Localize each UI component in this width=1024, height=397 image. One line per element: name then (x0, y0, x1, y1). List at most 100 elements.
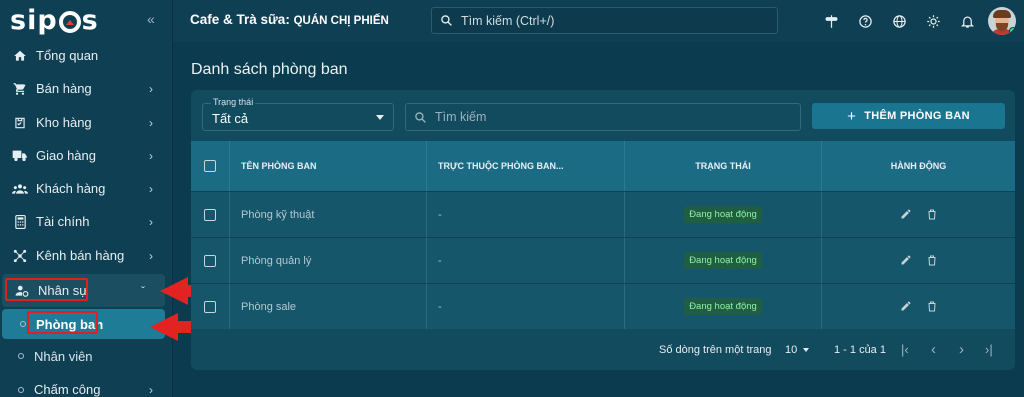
sidebar-item-label: Kênh bán hàng (36, 248, 125, 263)
collapse-sidebar-icon[interactable]: « (147, 11, 155, 27)
edit-icon[interactable] (900, 300, 912, 313)
parent-department: - (427, 192, 625, 237)
column-header-status[interactable]: TRẠNG THÁI (625, 141, 822, 191)
edit-icon[interactable] (900, 208, 912, 221)
calculator-icon (12, 214, 28, 230)
dropdown-arrow-icon (376, 115, 384, 120)
status-badge: Đang hoạt động (684, 206, 762, 223)
sidebar-item-label: Tài chính (36, 214, 90, 229)
home-icon (12, 48, 28, 64)
search-placeholder: Tìm kiếm (435, 110, 487, 124)
cart-icon (12, 81, 28, 97)
bullet-icon (18, 353, 24, 359)
sidebar-item-inventory[interactable]: Kho hàng › (0, 106, 173, 139)
row-checkbox[interactable] (204, 208, 216, 221)
sidebar-subitem-timekeeping[interactable]: Chấm công › (0, 373, 173, 397)
sidebar-item-label: Bán hàng (36, 81, 92, 96)
edit-icon[interactable] (900, 254, 912, 267)
sidebar-item-label: Chấm công (34, 382, 101, 397)
customers-icon (12, 181, 28, 197)
first-page-icon[interactable]: |‹ (901, 342, 909, 357)
table-header: TÊN PHÒNG BAN TRỰC THUỘC PHÒNG BAN... TR… (191, 141, 1015, 191)
last-page-icon[interactable]: ›| (985, 342, 993, 357)
department-name: Phòng kỹ thuật (230, 192, 427, 237)
global-search[interactable]: Tìm kiếm (Ctrl+/) (431, 7, 778, 34)
previous-page-icon[interactable]: ‹ (931, 341, 936, 358)
user-avatar[interactable] (988, 7, 1016, 35)
chevron-right-icon: › (149, 148, 153, 163)
table-row: Phòng sale - Đang hoạt động (191, 283, 1015, 329)
search-placeholder: Tìm kiếm (Ctrl+/) (461, 13, 555, 28)
truck-icon (12, 148, 28, 164)
row-checkbox[interactable] (204, 300, 216, 313)
add-department-label: THÊM PHÒNG BAN (864, 110, 970, 122)
sidebar-item-label: Nhân viên (34, 348, 93, 364)
notification-bell-icon[interactable] (950, 6, 984, 36)
channels-icon (12, 248, 28, 264)
help-icon[interactable] (848, 6, 882, 36)
pagination-range: 1 - 1 của 1 (834, 343, 886, 356)
rows-per-page-value: 10 (785, 343, 798, 356)
pagination: Số dòng trên một trang 10 1 - 1 của 1 |‹… (191, 329, 1015, 370)
delete-icon[interactable] (926, 254, 938, 267)
plus-icon: + (847, 107, 857, 125)
next-page-icon[interactable]: › (959, 341, 964, 358)
status-badge: Đang hoạt động (684, 252, 762, 269)
table-row: Phòng kỹ thuật - Đang hoạt động (191, 191, 1015, 237)
sidebar-subitem-employees[interactable]: Nhân viên (0, 341, 173, 371)
department-name: Phòng quản lý (230, 238, 427, 283)
table-search-input[interactable]: Tìm kiếm (405, 103, 801, 131)
sidebar-item-customers[interactable]: Khách hàng › (0, 172, 173, 205)
table-row: Phòng quản lý - Đang hoạt động (191, 237, 1015, 283)
sidebar-item-sales[interactable]: Bán hàng › (0, 72, 173, 105)
chevron-right-icon: › (149, 181, 153, 196)
rows-per-page-label: Số dòng trên một trang (659, 343, 772, 356)
page-title: Danh sách phòng ban (191, 61, 348, 78)
top-bar: Cafe & Trà sữa: QUÁN CHỊ PHIẾN Tìm kiếm … (173, 0, 1024, 42)
sidebar-item-sales-channels[interactable]: Kênh bán hàng › (0, 239, 173, 272)
status-filter-select[interactable]: Trạng thái Tất cả (202, 97, 394, 131)
chevron-right-icon: › (149, 81, 153, 96)
dropdown-arrow-icon (803, 347, 810, 352)
column-header-name[interactable]: TÊN PHÒNG BAN (230, 141, 427, 191)
row-checkbox[interactable] (204, 254, 216, 267)
sidebar-item-finance[interactable]: Tài chính › (0, 205, 173, 238)
status-filter-value: Tất cả (212, 111, 249, 126)
sidebar-item-overview[interactable]: Tổng quan (0, 39, 173, 72)
rows-per-page-select[interactable]: 10 (785, 343, 810, 356)
department-name: Phòng sale (230, 284, 427, 329)
sidebar-item-label: Tổng quan (36, 48, 99, 63)
chevron-right-icon: › (149, 214, 153, 229)
delete-icon[interactable] (926, 208, 938, 221)
select-all-checkbox[interactable] (204, 160, 216, 172)
store-title: Cafe & Trà sữa: QUÁN CHỊ PHIẾN (190, 12, 389, 27)
inventory-icon (12, 115, 28, 131)
store-name: Cafe & Trà sữa: (190, 12, 290, 27)
sidebar-item-delivery[interactable]: Giao hàng › (0, 139, 173, 172)
language-globe-icon[interactable] (882, 6, 916, 36)
bullet-icon (20, 321, 26, 327)
highlight-box (5, 278, 88, 301)
signpost-icon[interactable] (814, 6, 848, 36)
search-icon (440, 14, 453, 27)
delete-icon[interactable] (926, 300, 938, 313)
sidebar: si p s « Tổng quan Bán hàng › Kho hàng › G… (0, 0, 173, 397)
chevron-right-icon: › (149, 248, 153, 263)
add-department-button[interactable]: + THÊM PHÒNG BAN (812, 103, 1005, 129)
chevron-right-icon: › (149, 115, 153, 130)
departments-card: Trạng thái Tất cả Tìm kiếm + THÊM PHÒNG … (191, 90, 1015, 370)
parent-department: - (427, 238, 625, 283)
parent-department: - (427, 284, 625, 329)
sidebar-item-label: Giao hàng (36, 148, 96, 163)
bullet-icon (18, 386, 24, 393)
column-header-actions: HÀNH ĐỘNG (890, 161, 947, 171)
column-header-parent[interactable]: TRỰC THUỘC PHÒNG BAN... (427, 141, 625, 191)
status-badge: Đang hoạt động (684, 298, 762, 315)
chevron-right-icon: › (149, 382, 153, 397)
theme-sun-icon[interactable] (916, 6, 950, 36)
highlight-box (27, 311, 98, 334)
sipos-logo[interactable]: si p s (10, 4, 99, 36)
search-icon (414, 111, 427, 124)
store-subname: QUÁN CHỊ PHIẾN (293, 15, 389, 27)
sidebar-item-label: Khách hàng (36, 181, 106, 196)
